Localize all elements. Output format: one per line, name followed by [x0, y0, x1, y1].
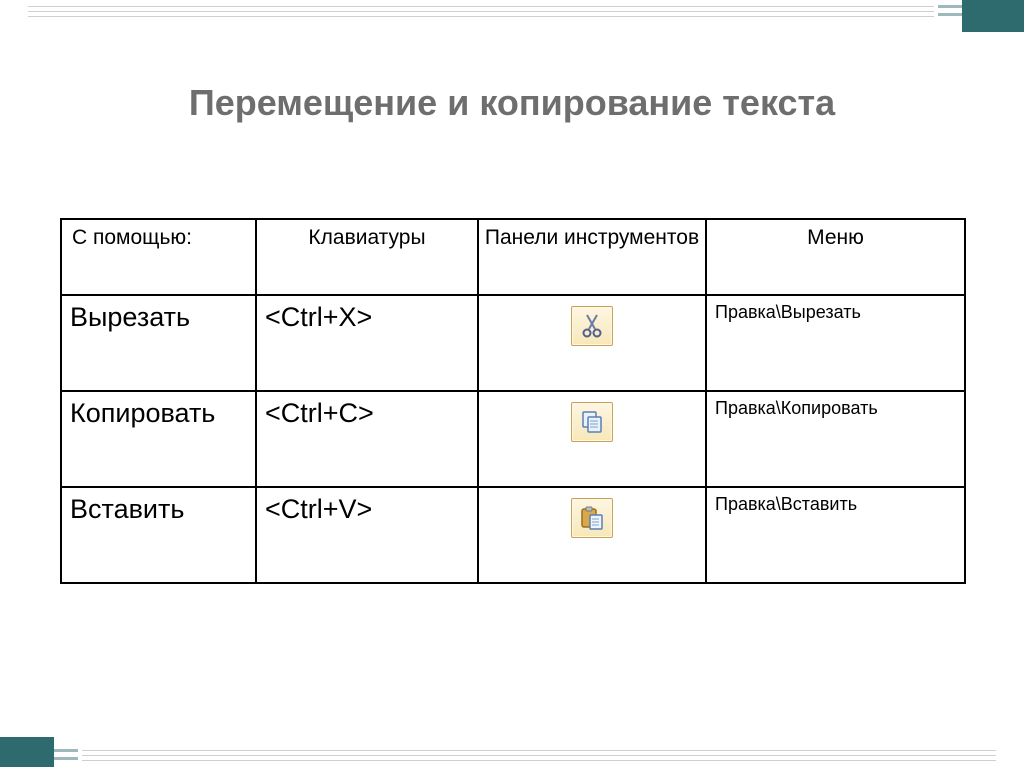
toolbar-icon-cell: [478, 295, 706, 391]
header-menu: Меню: [706, 219, 965, 295]
keyboard-shortcut: <Ctrl+X>: [256, 295, 478, 391]
table-row: Вставить <Ctrl+V>: [61, 487, 965, 583]
menu-path: Правка\Копировать: [706, 391, 965, 487]
header-toolbar: Панели инструментов: [478, 219, 706, 295]
paste-button[interactable]: [571, 498, 613, 538]
menu-path: Правка\Вставить: [706, 487, 965, 583]
copy-button[interactable]: [571, 402, 613, 442]
slide-title: Перемещение и копирование текста: [0, 82, 1024, 124]
toolbar-icon-cell: [478, 391, 706, 487]
slide-bottom-decoration: [0, 739, 1024, 767]
keyboard-shortcut: <Ctrl+V>: [256, 487, 478, 583]
table-row: Копировать <Ctrl+C> Правка\Копиро: [61, 391, 965, 487]
shortcuts-table: С помощью: Клавиатуры Панели инструменто…: [60, 218, 966, 584]
toolbar-icon-cell: [478, 487, 706, 583]
menu-path: Правка\Вырезать: [706, 295, 965, 391]
table-row: Вырезать <Ctrl+X> Правка\Вырезать: [61, 295, 965, 391]
keyboard-shortcut: <Ctrl+C>: [256, 391, 478, 487]
operation-label: Вставить: [61, 487, 256, 583]
operation-label: Вырезать: [61, 295, 256, 391]
slide-top-decoration: [0, 0, 1024, 28]
header-keyboard: Клавиатуры: [256, 219, 478, 295]
operation-label: Копировать: [61, 391, 256, 487]
cut-button[interactable]: [571, 306, 613, 346]
header-with: С помощью:: [61, 219, 256, 295]
table-header-row: С помощью: Клавиатуры Панели инструменто…: [61, 219, 965, 295]
